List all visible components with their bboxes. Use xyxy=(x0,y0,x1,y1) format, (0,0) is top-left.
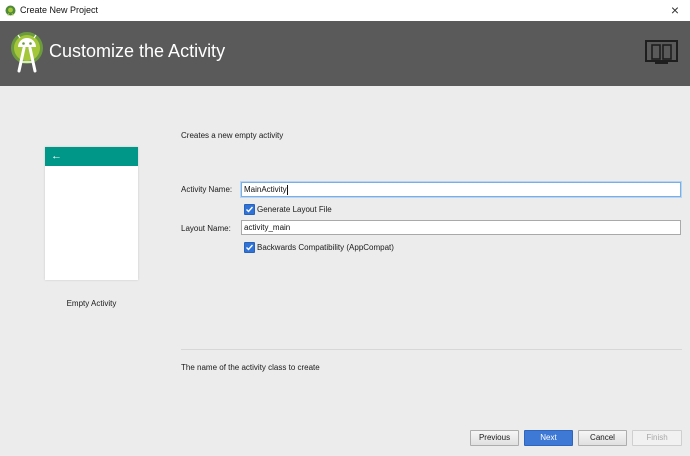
activity-preview-card: ← xyxy=(45,147,138,280)
finish-button[interactable]: Finish xyxy=(632,430,682,446)
device-preview-icon xyxy=(645,40,678,64)
back-arrow-icon: ← xyxy=(51,150,62,162)
next-button[interactable]: Next xyxy=(524,430,573,446)
generate-layout-label: Generate Layout File xyxy=(257,205,332,214)
window-title: Create New Project xyxy=(20,5,99,15)
checkmark-icon xyxy=(246,206,254,213)
activity-name-value: MainActivity xyxy=(244,185,287,194)
checkmark-icon xyxy=(246,244,254,251)
previous-button[interactable]: Previous xyxy=(470,430,519,446)
backwards-compat-label: Backwards Compatibility (AppCompat) xyxy=(257,243,394,252)
template-name-label: Empty Activity xyxy=(66,299,117,308)
layout-name-input[interactable]: activity_main xyxy=(241,220,681,235)
backwards-compat-checkbox[interactable] xyxy=(244,242,255,253)
activity-name-input[interactable]: MainActivity xyxy=(241,182,681,197)
field-help-text: The name of the activity class to create xyxy=(181,363,320,372)
android-studio-icon xyxy=(5,5,16,16)
text-caret xyxy=(286,184,288,195)
activity-name-label: Activity Name: xyxy=(181,185,233,194)
page-title: Customize the Activity xyxy=(49,41,226,61)
wizard-header: Customize the Activity xyxy=(0,21,690,86)
window-titlebar: Create New Project × xyxy=(0,0,690,22)
window-close-button[interactable]: × xyxy=(660,0,690,21)
cancel-button[interactable]: Cancel xyxy=(578,430,627,446)
android-studio-logo xyxy=(11,32,43,73)
generate-layout-checkbox[interactable] xyxy=(244,204,255,215)
layout-name-value: activity_main xyxy=(244,223,291,232)
template-description: Creates a new empty activity xyxy=(181,131,284,140)
preview-toolbar: ← xyxy=(45,147,138,166)
layout-name-label: Layout Name: xyxy=(181,224,231,233)
divider xyxy=(181,349,682,350)
